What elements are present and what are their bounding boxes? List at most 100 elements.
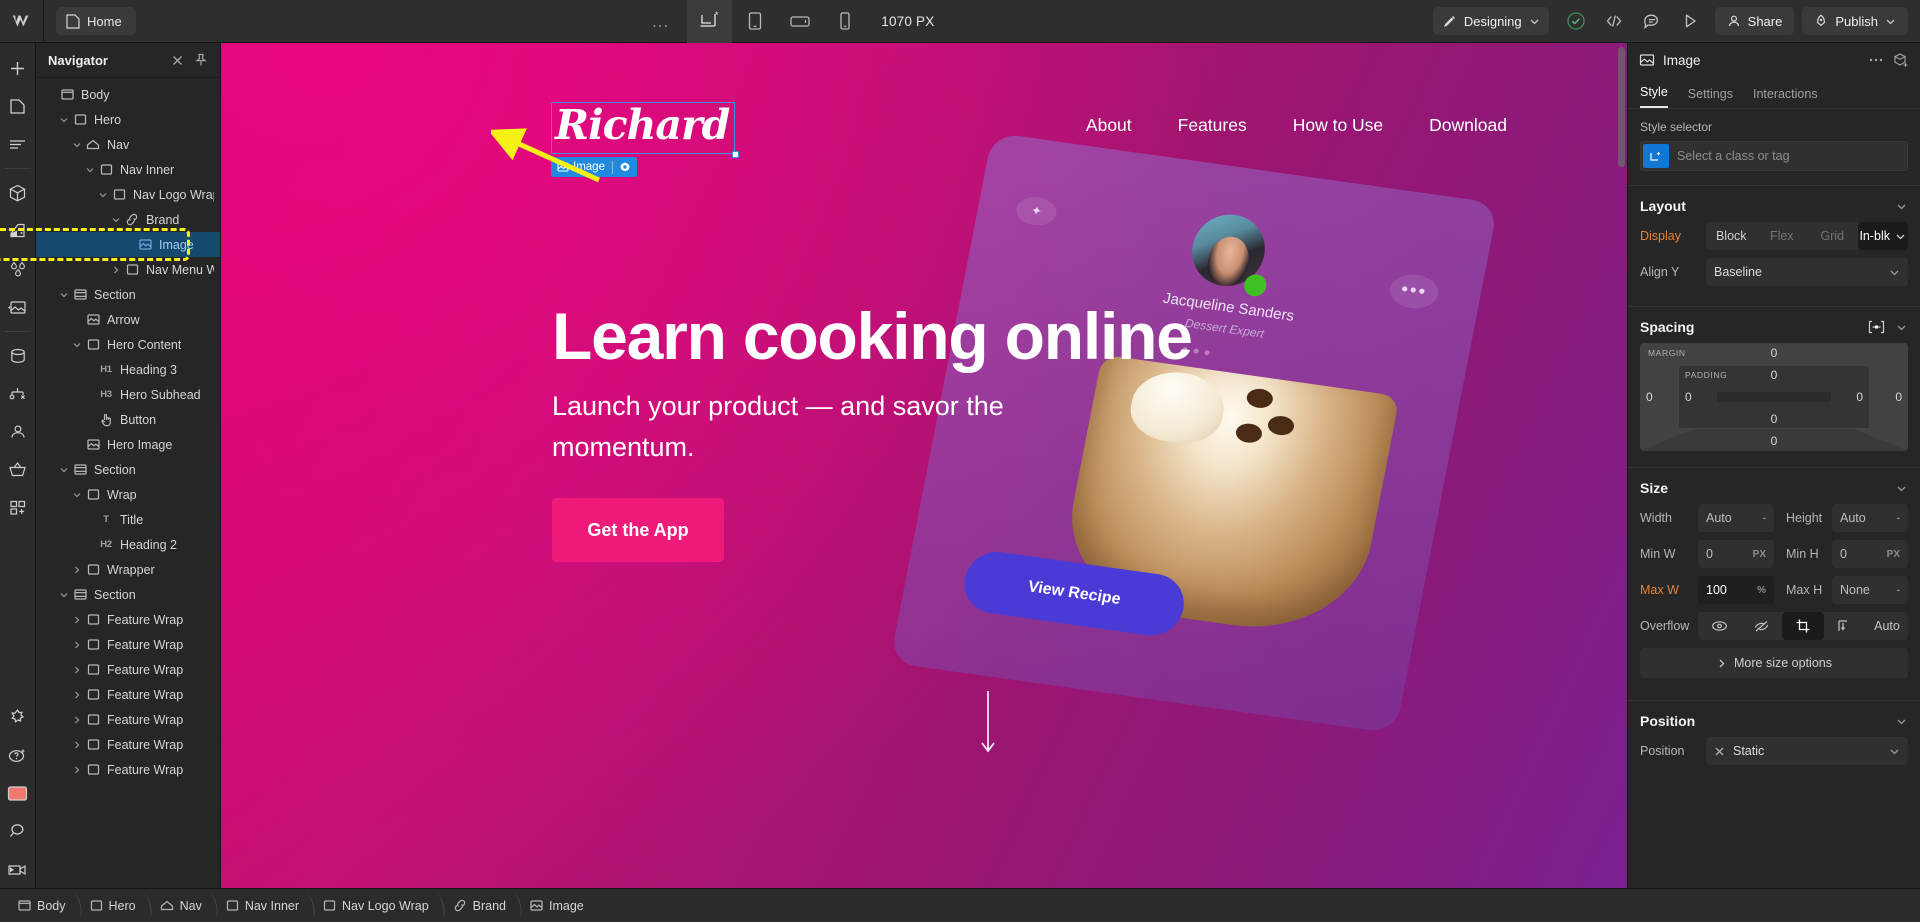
navigator-node-feature-wrap[interactable]: Feature Wrap (36, 657, 220, 682)
nav-link-how-to-use[interactable]: How to Use (1293, 115, 1383, 136)
page-chip[interactable]: Home (56, 7, 136, 35)
mode-switcher[interactable]: Designing (1432, 7, 1549, 35)
padding-bottom-value[interactable]: 0 (1771, 412, 1778, 426)
hero-heading[interactable]: Learn cooking online (552, 300, 1272, 372)
display-options[interactable]: Block Flex Grid In-blk (1706, 222, 1908, 250)
navigator-node-section[interactable]: Section (36, 582, 220, 607)
navigator-node-feature-wrap[interactable]: Feature Wrap (36, 607, 220, 632)
ecommerce-basket-icon[interactable] (0, 451, 36, 489)
chevron-right-icon[interactable] (109, 265, 123, 275)
video-camera-icon[interactable] (0, 850, 36, 888)
navigator-node-feature-wrap[interactable]: Feature Wrap (36, 707, 220, 732)
style-manager-drops-icon[interactable] (0, 250, 36, 288)
close-icon[interactable] (1714, 746, 1725, 757)
margin-top-value[interactable]: 0 (1771, 346, 1778, 360)
more-size-options-button[interactable]: More size options (1640, 648, 1908, 678)
navigator-node-heading-3[interactable]: H1 Heading 3 (36, 357, 220, 382)
padding-left-value[interactable]: 0 (1685, 390, 1692, 404)
users-user-icon[interactable] (0, 413, 36, 451)
chevron-down-icon[interactable] (70, 140, 84, 150)
breadcrumb-item-brand[interactable]: Brand (443, 889, 520, 922)
hero-subhead[interactable]: Launch your product — and savor the mome… (552, 386, 1092, 468)
breakpoint-tablet[interactable] (732, 0, 777, 43)
gear-icon[interactable] (613, 161, 637, 173)
navigator-node-nav-menu-wrap[interactable]: Nav Menu Wrap (36, 257, 220, 282)
overflow-scroll-crop-icon[interactable] (1782, 612, 1824, 640)
breadcrumb-item-nav[interactable]: Nav (150, 889, 216, 922)
logic-node-icon[interactable] (0, 375, 36, 413)
min-width-input[interactable]: 0 PX (1698, 540, 1774, 568)
nav-link-about[interactable]: About (1086, 115, 1132, 136)
chevron-down-icon[interactable] (96, 190, 110, 200)
navigator-node-section[interactable]: Section (36, 282, 220, 307)
chevron-down-icon[interactable] (70, 490, 84, 500)
navigator-node-feature-wrap[interactable]: Feature Wrap (36, 757, 220, 782)
margin-box[interactable]: MARGIN 0 0 0 0 PADDING 0 0 0 0 (1640, 343, 1908, 451)
chevron-right-icon[interactable] (70, 715, 84, 725)
navigator-node-feature-wrap[interactable]: Feature Wrap (36, 732, 220, 757)
navigator-lines-icon[interactable] (0, 125, 36, 163)
close-icon[interactable] (168, 51, 186, 69)
chevron-right-icon[interactable] (70, 665, 84, 675)
size-section-header[interactable]: Size (1628, 468, 1920, 504)
canvas-scrollbar[interactable] (1618, 47, 1625, 167)
get-the-app-button[interactable]: Get the App (552, 498, 724, 562)
position-section-header[interactable]: Position (1628, 701, 1920, 737)
save-status-check-circle-icon[interactable] (1559, 4, 1593, 38)
navigator-node-wrap[interactable]: Wrap (36, 482, 220, 507)
chevron-down-icon[interactable] (83, 165, 97, 175)
nav-link-download[interactable]: Download (1429, 115, 1507, 136)
selection-badge[interactable]: Image (551, 157, 637, 177)
cms-database-icon[interactable] (0, 337, 36, 375)
help-question-badge-icon[interactable] (0, 736, 36, 774)
breadcrumb-item-image[interactable]: Image (520, 889, 598, 922)
ai-sparkle-icon[interactable] (0, 698, 36, 736)
display-option-block[interactable]: Block (1706, 222, 1757, 250)
position-select[interactable]: Static (1706, 737, 1908, 765)
ellipsis-icon[interactable] (1868, 52, 1884, 68)
overflow-auto-bars-icon[interactable] (1824, 612, 1866, 640)
navigator-node-hero[interactable]: Hero (36, 107, 220, 132)
display-option-grid[interactable]: Grid (1807, 222, 1858, 250)
chevron-right-icon[interactable] (70, 565, 84, 575)
breadcrumb-item-hero[interactable]: Hero (80, 889, 150, 922)
share-button[interactable]: Share (1714, 7, 1795, 35)
min-height-input[interactable]: 0 PX (1832, 540, 1908, 568)
chevron-down-icon[interactable] (57, 290, 71, 300)
plus-icon[interactable] (0, 49, 36, 87)
navigator-node-feature-wrap[interactable]: Feature Wrap (36, 682, 220, 707)
breakpoint-mobile-landscape[interactable] (777, 0, 822, 43)
components-cube-icon[interactable] (0, 174, 36, 212)
chevron-down-icon[interactable] (70, 340, 84, 350)
chevron-right-icon[interactable] (70, 740, 84, 750)
margin-left-value[interactable]: 0 (1646, 390, 1653, 404)
layout-section-header[interactable]: Layout (1628, 186, 1920, 222)
chevron-right-icon[interactable] (70, 640, 84, 650)
comment-icon[interactable] (1635, 4, 1669, 38)
navigator-node-wrapper[interactable]: Wrapper (36, 557, 220, 582)
nav-link-features[interactable]: Features (1178, 115, 1247, 136)
chevron-down-icon[interactable] (57, 465, 71, 475)
navigator-node-title[interactable]: T Title (36, 507, 220, 532)
selected-tool-red-rect-icon[interactable] (0, 774, 36, 812)
code-brackets-icon[interactable] (1597, 4, 1631, 38)
navigator-node-brand[interactable]: Brand (36, 207, 220, 232)
chevron-right-icon[interactable] (70, 690, 84, 700)
create-component-icon[interactable] (1892, 52, 1909, 69)
navigator-node-hero-content[interactable]: Hero Content (36, 332, 220, 357)
assets-image-icon[interactable] (0, 288, 36, 326)
chevron-right-icon[interactable] (70, 615, 84, 625)
overflow-options[interactable]: Auto (1698, 612, 1908, 640)
height-input[interactable]: Auto - (1832, 504, 1908, 532)
chevron-down-icon[interactable] (1895, 715, 1908, 728)
tab-settings[interactable]: Settings (1688, 87, 1733, 108)
width-input[interactable]: Auto - (1698, 504, 1774, 532)
navigator-node-button[interactable]: Button (36, 407, 220, 432)
overflow-visible-eye-icon[interactable] (1698, 612, 1740, 640)
padding-top-value[interactable]: 0 (1771, 368, 1778, 382)
chevron-down-icon[interactable] (57, 115, 71, 125)
pages-page-icon[interactable] (0, 87, 36, 125)
breakpoint-desktop[interactable]: * (687, 0, 733, 43)
variables-paint-swatch-icon[interactable] (0, 212, 36, 250)
chevron-down-icon[interactable] (1895, 321, 1908, 334)
